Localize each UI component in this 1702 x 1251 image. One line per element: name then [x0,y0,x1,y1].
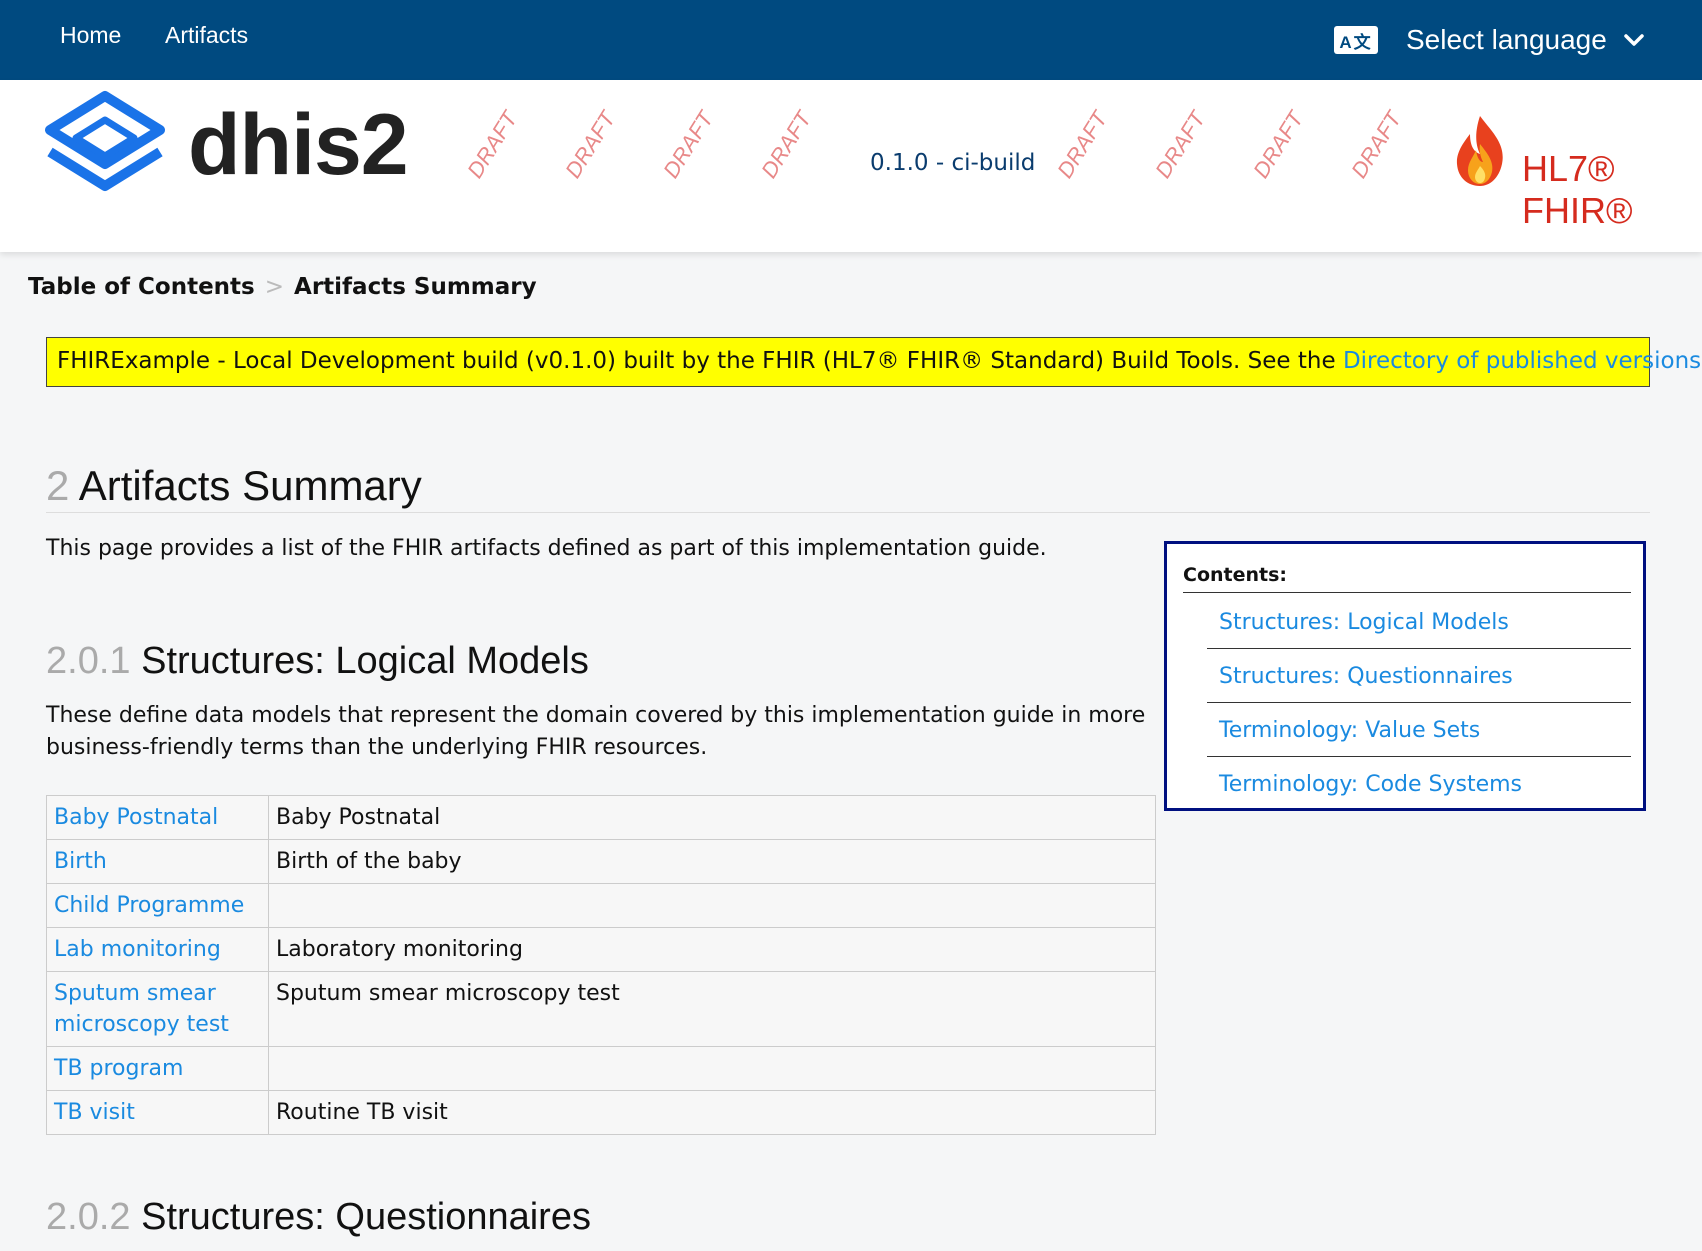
table-row: Sputum smear microscopy test Sputum smea… [46,971,1156,1047]
table-cell-desc [268,883,1156,928]
header-banner: dhis2 DRAFT DRAFT DRAFT DRAFT 0.1.0 - ci… [0,80,1702,252]
breadcrumb-toc-link[interactable]: Table of Contents [28,274,255,300]
notice-text: FHIRExample - Local Development build (v… [57,348,1343,374]
draft-watermark: DRAFT [1346,107,1407,183]
model-link[interactable]: Lab monitoring [54,937,221,962]
section-title: Structures: Questionnaires [141,1196,591,1238]
model-link[interactable]: TB visit [54,1100,135,1125]
draft-watermark: DRAFT [1052,107,1113,183]
breadcrumb-current: Artifacts Summary [294,274,537,300]
toc-link-logical-models[interactable]: Structures: Logical Models [1207,596,1631,649]
page-title-text: Artifacts Summary [78,462,422,509]
dhis2-logo-text: dhis2 [188,97,409,193]
table-cell-name: TB visit [46,1090,269,1135]
questionnaires-heading: 2.0.2 Structures: Questionnaires [46,1196,591,1239]
breadcrumb: Table of Contents > Artifacts Summary [28,274,537,300]
toc-link-questionnaires[interactable]: Structures: Questionnaires [1207,650,1631,703]
section-title: Structures: Logical Models [141,640,589,682]
table-row: Birth Birth of the baby [46,839,1156,884]
intro-paragraph: This page provides a list of the FHIR ar… [46,536,1047,561]
table-cell-desc: Routine TB visit [268,1090,1156,1135]
fhir-logo-text[interactable]: HL7® FHIR® [1522,148,1702,232]
published-versions-link[interactable]: Directory of published versions [1343,348,1701,374]
fhir-flame-icon[interactable] [1452,114,1508,188]
nav-home-link[interactable]: Home [60,22,121,49]
section-number: 2.0.1 [46,640,131,682]
table-row: TB program [46,1046,1156,1091]
table-cell-desc: Laboratory monitoring [268,927,1156,972]
table-cell-name: Child Programme [46,883,269,928]
page-title: 2 Artifacts Summary [46,462,1650,513]
logical-models-heading: 2.0.1 Structures: Logical Models [46,640,589,683]
translate-icon[interactable]: A文 [1334,26,1378,54]
language-select-label[interactable]: Select language [1406,24,1607,56]
section-number: 2 [46,462,70,509]
table-row: Baby Postnatal Baby Postnatal [46,795,1156,840]
table-cell-desc [268,1046,1156,1091]
breadcrumb-separator: > [264,274,285,300]
contents-title: Contents: [1183,564,1631,593]
draft-watermark: DRAFT [462,107,523,183]
table-cell-desc: Sputum smear microscopy test [268,971,1156,1047]
draft-watermark: DRAFT [756,107,817,183]
nav-artifacts-link[interactable]: Artifacts [165,22,248,49]
top-nav: Home Artifacts A文 Select language [0,0,1702,80]
draft-watermark: DRAFT [1150,107,1211,183]
contents-box: Contents: Structures: Logical Models Str… [1164,541,1646,811]
version-label: 0.1.0 - ci-build [870,150,1036,176]
chevron-down-icon[interactable] [1620,26,1648,54]
model-link[interactable]: Baby Postnatal [54,805,218,830]
table-cell-name: Lab monitoring [46,927,269,972]
table-cell-desc: Birth of the baby [268,839,1156,884]
model-link[interactable]: Birth [54,849,107,874]
draft-watermark: DRAFT [658,107,719,183]
model-link[interactable]: Sputum smear microscopy test [54,981,229,1037]
model-link[interactable]: TB program [54,1056,183,1081]
draft-watermark: DRAFT [560,107,621,183]
table-cell-name: TB program [46,1046,269,1091]
table-cell-name: Baby Postnatal [46,795,269,840]
table-cell-desc: Baby Postnatal [268,795,1156,840]
draft-build-notice: FHIRExample - Local Development build (v… [46,337,1701,387]
table-cell-name: Birth [46,839,269,884]
logical-models-description: These define data models that represent … [46,703,1146,760]
dhis2-logo-icon[interactable] [42,90,168,202]
logical-models-table: Baby Postnatal Baby Postnatal Birth Birt… [46,795,1156,1135]
table-cell-name: Sputum smear microscopy test [46,971,269,1047]
toc-link-value-sets[interactable]: Terminology: Value Sets [1207,704,1631,757]
toc-link-code-systems[interactable]: Terminology: Code Systems [1207,758,1631,811]
draft-watermark: DRAFT [1248,107,1309,183]
model-link[interactable]: Child Programme [54,893,244,918]
table-row: Child Programme [46,883,1156,928]
table-row: Lab monitoring Laboratory monitoring [46,927,1156,972]
section-number: 2.0.2 [46,1196,131,1238]
table-row: TB visit Routine TB visit [46,1090,1156,1135]
